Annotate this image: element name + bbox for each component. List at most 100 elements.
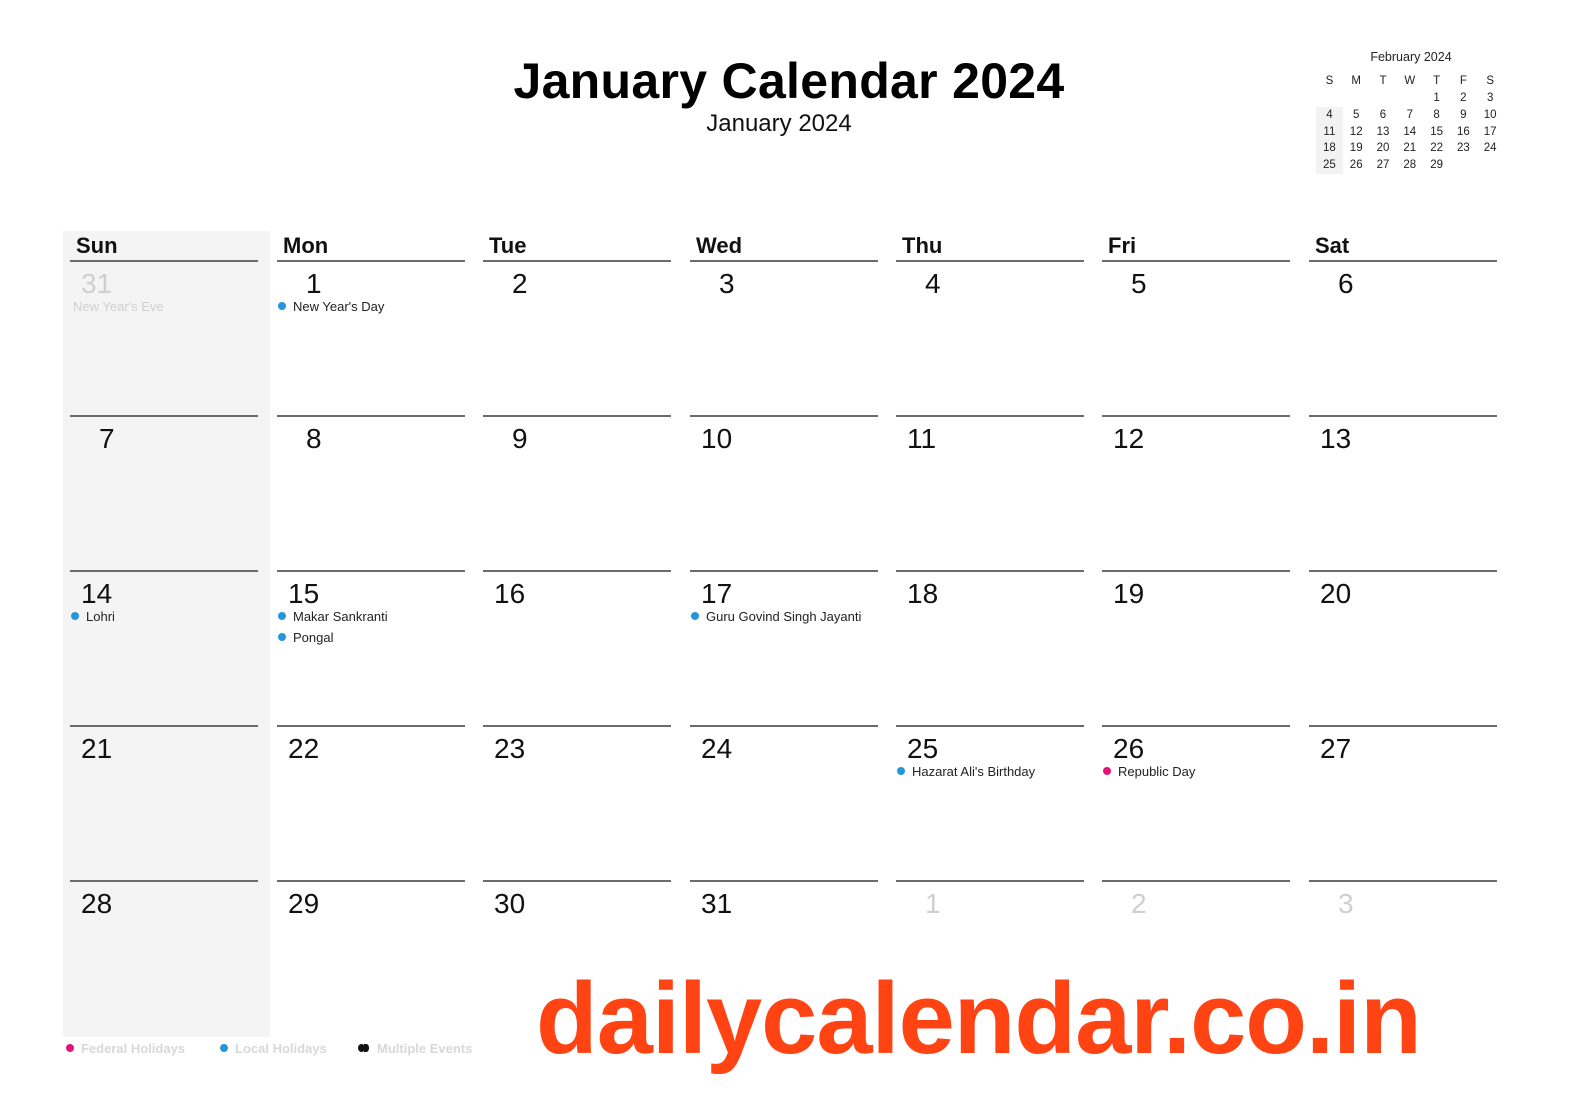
day-number: 27 (1320, 733, 1352, 764)
event-label: Lohri (86, 609, 115, 624)
day-number: 21 (81, 733, 113, 764)
mini-day: 5 (1352, 108, 1360, 121)
day-cell[interactable]: 26 Republic Day (1095, 727, 1301, 882)
day-cell[interactable]: 11 (889, 417, 1095, 572)
mini-blank (1316, 90, 1343, 107)
day-cell[interactable]: 18 (889, 572, 1095, 727)
day-cell[interactable]: 16 (476, 572, 682, 727)
mini-weekday-header: S (1325, 75, 1334, 87)
mini-day: 21 (1403, 142, 1417, 155)
day-number: 26 (1113, 733, 1145, 764)
day-number: 1 (925, 888, 941, 919)
event-label: Pongal (293, 630, 334, 645)
event-item[interactable]: New Year's Day (278, 299, 384, 314)
day-cell[interactable]: 10 (683, 417, 889, 572)
mini-day: 9 (1460, 108, 1467, 121)
mini-weekday-header: F (1459, 75, 1467, 87)
day-number: 20 (1320, 578, 1352, 609)
mini-blank (1370, 90, 1397, 107)
mini-calendar-grid: S M T W T F S 1 2 3 4 5 6 7 8 9 10 11 12 13 14 15 16 17 18 19 20 21… (1316, 72, 1506, 174)
day-cell[interactable]: 22 (270, 727, 476, 882)
day-number: 30 (494, 888, 526, 919)
day-number: 25 (907, 733, 939, 764)
local-holiday-dot-icon (278, 612, 286, 620)
mini-day: 11 (1316, 123, 1343, 141)
mini-day: 15 (1430, 125, 1443, 138)
day-number: 23 (494, 733, 526, 764)
day-cell[interactable]: 2 (476, 262, 682, 417)
day-number: 31 (701, 888, 733, 919)
day-cell[interactable]: 12 (1095, 417, 1301, 572)
mini-calendar-title: February 2024 (1370, 50, 1452, 64)
day-cell[interactable]: 29 (270, 882, 476, 1037)
day-number: 10 (701, 423, 733, 454)
mini-day: 3 (1486, 92, 1494, 104)
weekday-header-fri: Fri (1108, 233, 1137, 258)
event-item[interactable]: Pongal (278, 630, 333, 645)
day-number: 9 (512, 423, 528, 454)
day-cell[interactable]: 9 (476, 417, 682, 572)
mini-blank (1396, 90, 1423, 107)
day-number: 5 (1131, 268, 1147, 299)
day-number: 29 (288, 888, 320, 919)
day-cell[interactable]: 3 (683, 262, 889, 417)
day-cell[interactable]: 4 (889, 262, 1095, 417)
day-cell[interactable]: 31 New Year's Eve (63, 262, 269, 417)
mini-weekday-header: T (1433, 75, 1441, 87)
event-item[interactable]: Guru Govind Singh Jayanti (691, 609, 861, 624)
event-label: New Year's Day (293, 299, 385, 314)
mini-weekday-header: W (1404, 75, 1416, 87)
day-cell[interactable]: 8 (270, 417, 476, 572)
mini-day: 29 (1430, 159, 1443, 172)
day-cell[interactable]: 19 (1095, 572, 1301, 727)
day-number: 17 (701, 578, 733, 609)
day-cell[interactable]: 7 (63, 417, 269, 572)
event-label: Guru Govind Singh Jayanti (706, 609, 862, 624)
mini-day: 26 (1349, 159, 1363, 172)
day-cell[interactable]: 6 (1302, 262, 1508, 417)
day-cell[interactable]: 27 (1302, 727, 1508, 882)
day-cell[interactable]: 21 (63, 727, 269, 882)
mini-calendar-february: February 2024 S M T W T F S 1 2 3 4 5 6 7 8 9 10 11 12 13 14… (1316, 50, 1506, 174)
day-cell[interactable]: 1 New Year's Day (270, 262, 476, 417)
day-cell[interactable]: 20 (1302, 572, 1508, 727)
mini-day: 4 (1316, 106, 1343, 124)
mini-day: 2 (1460, 92, 1467, 104)
event-item[interactable]: Republic Day (1103, 764, 1195, 779)
day-cell[interactable]: 23 (476, 727, 682, 882)
day-number: 1 (306, 268, 322, 299)
day-number: 12 (1113, 423, 1145, 454)
local-holiday-dot-icon (71, 612, 79, 620)
day-cell[interactable]: 14 Lohri (63, 572, 269, 727)
day-number: 7 (99, 423, 115, 454)
mini-day: 6 (1379, 108, 1387, 121)
mini-day: 24 (1483, 142, 1497, 155)
day-cell[interactable]: 25 Hazarat Ali's Birthday (889, 727, 1095, 882)
local-holiday-dot-icon (897, 767, 905, 775)
event-item[interactable]: Hazarat Ali's Birthday (897, 764, 1035, 779)
day-cell[interactable]: 15 Makar Sankranti Pongal (270, 572, 476, 727)
local-dot-icon (220, 1044, 228, 1052)
watermark: dailycalendar.co.in (536, 963, 1422, 1075)
event-item[interactable]: New Year's Eve (73, 299, 164, 314)
mini-day: 13 (1376, 125, 1390, 138)
event-item[interactable]: Lohri (71, 609, 115, 624)
mini-day: 10 (1483, 108, 1497, 121)
mini-day: 27 (1376, 159, 1390, 172)
day-number: 16 (494, 578, 526, 609)
mini-blank (1343, 90, 1370, 107)
weekday-header-tue: Tue (489, 233, 527, 258)
event-item[interactable]: Makar Sankranti (278, 609, 388, 624)
legend-multiple: Multiple Events (358, 1041, 472, 1056)
day-number: 28 (81, 888, 113, 919)
day-number: 19 (1113, 578, 1145, 609)
day-cell[interactable]: 28 (63, 882, 269, 1037)
day-cell[interactable]: 17 Guru Govind Singh Jayanti (683, 572, 889, 727)
day-cell[interactable]: 13 (1302, 417, 1508, 572)
mini-weekday-header: T (1379, 75, 1387, 87)
mini-day: 17 (1483, 125, 1497, 138)
day-cell[interactable]: 24 (683, 727, 889, 882)
day-cell[interactable]: 5 (1095, 262, 1301, 417)
mini-day: 28 (1403, 159, 1417, 172)
federal-holiday-dot-icon (1103, 767, 1111, 775)
